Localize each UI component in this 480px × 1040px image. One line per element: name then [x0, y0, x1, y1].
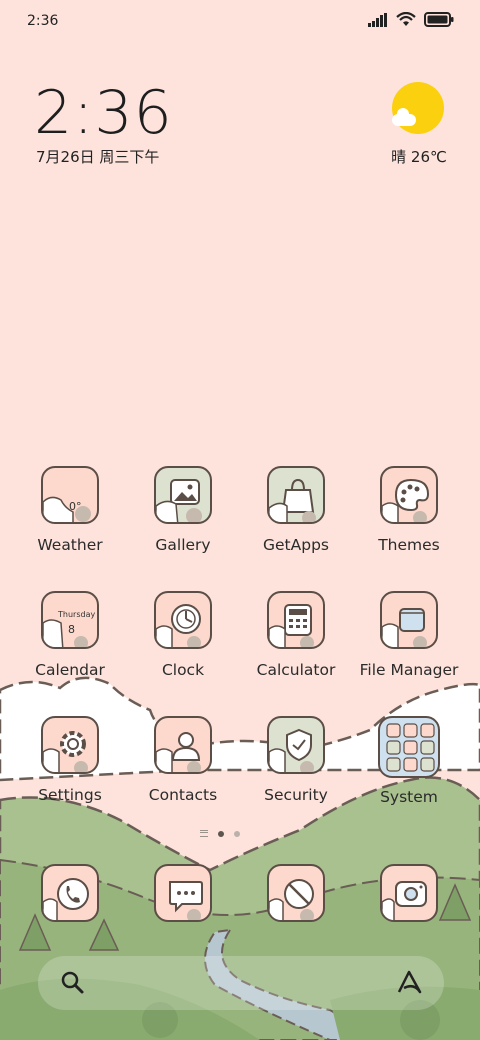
- app-calendar[interactable]: Thursday 8 Calendar: [20, 591, 120, 679]
- app-label: Clock: [161, 661, 205, 679]
- app-label: GetApps: [263, 536, 329, 554]
- app-label: Calendar: [35, 661, 105, 679]
- app-security[interactable]: Security: [246, 716, 346, 804]
- app-clock[interactable]: Clock: [133, 591, 233, 679]
- clock-icon: [154, 591, 212, 649]
- app-label: Calculator: [256, 661, 336, 679]
- folder-grid-icon: [378, 716, 440, 778]
- wifi-icon: [396, 12, 416, 26]
- clock-widget-date[interactable]: 7月26日 周三下午: [36, 146, 159, 167]
- app-gallery[interactable]: Gallery: [133, 466, 233, 554]
- app-list-indicator-icon: [200, 830, 208, 837]
- contact-icon: [154, 716, 212, 774]
- app-label: Gallery: [155, 536, 211, 554]
- page-dot: [234, 830, 240, 837]
- app-getapps[interactable]: GetApps: [246, 466, 346, 554]
- search-icon: [61, 971, 84, 994]
- calendar-icon: Thursday 8: [41, 591, 99, 649]
- weather-icon: 0°: [41, 466, 99, 524]
- app-weather[interactable]: 0° Weather: [20, 466, 120, 554]
- cellular-signal-icon: [368, 12, 387, 27]
- gallery-icon: [154, 466, 212, 524]
- page-indicator[interactable]: [200, 830, 240, 837]
- battery-icon: [424, 12, 454, 27]
- app-label: Security: [264, 786, 328, 804]
- page-dot-active: [218, 830, 224, 837]
- dock-browser[interactable]: [267, 864, 325, 922]
- app-contacts[interactable]: Contacts: [133, 716, 233, 804]
- clock-widget-time[interactable]: 2:36: [34, 78, 173, 148]
- app-label: File Manager: [359, 661, 459, 679]
- gear-icon: [41, 716, 99, 774]
- weather-icon-temp: 0°: [69, 500, 82, 513]
- app-label: Themes: [378, 536, 440, 554]
- status-time: 2:36: [27, 13, 59, 29]
- sun-cloud-icon: [392, 82, 444, 134]
- calendar-day: 8: [68, 623, 75, 636]
- folder-icon: [380, 591, 438, 649]
- app-label: System: [380, 788, 438, 806]
- browser-icon: [267, 864, 325, 922]
- dock-phone[interactable]: [41, 864, 99, 922]
- app-label: Settings: [38, 786, 102, 804]
- calculator-icon: [267, 591, 325, 649]
- app-label: Contacts: [148, 786, 218, 804]
- status-bar: 2:36: [0, 0, 480, 42]
- calendar-weekday: Thursday: [57, 610, 95, 619]
- search-bar[interactable]: [38, 956, 444, 1010]
- phone-icon: [41, 864, 99, 922]
- dock-camera[interactable]: [380, 864, 438, 922]
- app-themes[interactable]: Themes: [359, 466, 459, 554]
- message-icon: [154, 864, 212, 922]
- shopping-bag-icon: [267, 466, 325, 524]
- app-calculator[interactable]: Calculator: [246, 591, 346, 679]
- weather-widget-text: 晴 26℃: [391, 148, 447, 166]
- shield-icon: [267, 716, 325, 774]
- app-system-folder[interactable]: System: [359, 716, 459, 806]
- dock-messages[interactable]: [154, 864, 212, 922]
- app-file-manager[interactable]: File Manager: [359, 591, 459, 679]
- app-settings[interactable]: Settings: [20, 716, 120, 804]
- assistant-icon[interactable]: [396, 968, 424, 996]
- palette-icon: [380, 466, 438, 524]
- camera-icon: [380, 864, 438, 922]
- app-label: Weather: [37, 536, 103, 554]
- weather-widget[interactable]: 晴 26℃: [384, 82, 454, 167]
